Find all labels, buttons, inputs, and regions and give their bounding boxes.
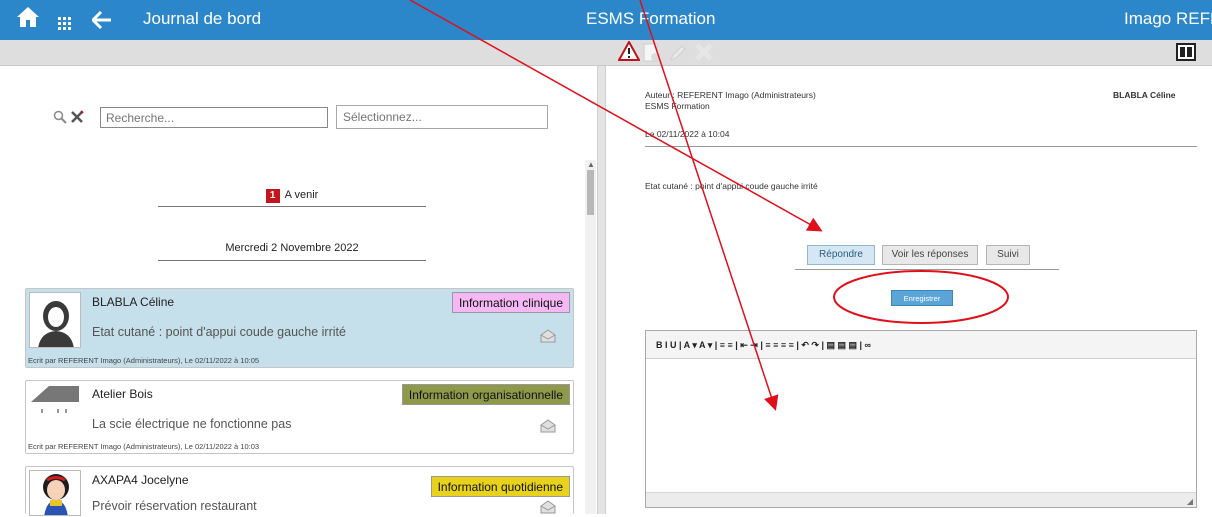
entry-footer: Ecrit par REFERENT Imago (Administrateur… bbox=[28, 356, 260, 365]
category-select[interactable] bbox=[336, 105, 548, 129]
organization-title: ESMS Formation bbox=[586, 9, 716, 28]
warning-icon[interactable] bbox=[617, 39, 641, 66]
action-toolbar bbox=[0, 39, 1212, 68]
avatar bbox=[29, 384, 81, 426]
search-input[interactable] bbox=[100, 107, 328, 128]
entry-name: Atelier Bois bbox=[92, 387, 153, 401]
entry-name: AXAPA4 Jocelyne bbox=[92, 473, 189, 487]
entry-category-tag: Information quotidienne bbox=[430, 476, 570, 497]
upcoming-section[interactable]: 1 A venir bbox=[158, 189, 426, 203]
author-line: Auteur : REFERENT Imago (Administrateurs… bbox=[645, 90, 816, 100]
entry-content: Etat cutané : point d'appui coude gauche… bbox=[645, 181, 818, 191]
entry-message: La scie électrique ne fonctionne pas bbox=[92, 417, 292, 431]
resize-handle-icon[interactable]: ◢ bbox=[1187, 497, 1193, 506]
divider bbox=[645, 146, 1197, 147]
view-replies-button[interactable]: Voir les réponses bbox=[882, 245, 978, 265]
entry-date: Le 02/11/2022 à 10:04 bbox=[645, 129, 730, 139]
panel-splitter[interactable] bbox=[598, 66, 606, 514]
envelope-open-icon[interactable] bbox=[540, 419, 556, 436]
avatar bbox=[29, 470, 81, 516]
divider bbox=[158, 260, 426, 261]
upcoming-label: A venir bbox=[284, 189, 319, 201]
add-icon[interactable] bbox=[643, 43, 661, 68]
journal-entry-card[interactable]: BLABLA Céline Etat cutané : point d'appu… bbox=[25, 288, 574, 368]
back-arrow-icon[interactable] bbox=[90, 9, 112, 35]
date-header: Mercredi 2 Novembre 2022 bbox=[225, 242, 359, 254]
save-button[interactable]: Enregistrer bbox=[891, 290, 953, 306]
journal-entry-card[interactable]: AXAPA4 Jocelyne Prévoir réservation rest… bbox=[25, 466, 574, 517]
followup-button[interactable]: Suivi bbox=[986, 245, 1030, 265]
current-user[interactable]: Imago REFER bbox=[1124, 9, 1212, 29]
organization-line: ESMS Formation bbox=[645, 101, 710, 111]
entry-person: BLABLA Céline bbox=[1113, 90, 1176, 100]
clear-search-icon[interactable] bbox=[70, 110, 84, 129]
top-bar: Journal de bord ESMS Formation Imago REF… bbox=[0, 0, 1212, 40]
envelope-open-icon[interactable] bbox=[540, 329, 556, 346]
page-title: Journal de bord bbox=[143, 9, 262, 28]
entry-message: Etat cutané : point d'appui coude gauche… bbox=[92, 325, 346, 339]
scroll-up-icon[interactable]: ▲ bbox=[587, 160, 595, 169]
entry-name: BLABLA Céline bbox=[92, 295, 175, 309]
reply-button[interactable]: Répondre bbox=[807, 245, 875, 265]
entry-footer: Ecrit par REFERENT Imago (Administrateur… bbox=[28, 442, 260, 451]
journal-entry-card[interactable]: Atelier Bois La scie électrique ne fonct… bbox=[25, 380, 574, 454]
rich-text-editor: B I U | A ▾ A ▾ | ≡ ≡ | ⇤ ⇥ | ≡ ≡ ≡ ≡ | … bbox=[645, 330, 1197, 508]
divider bbox=[795, 269, 1059, 270]
editor-status-bar: ◢ bbox=[646, 492, 1196, 507]
editor-toolbar[interactable]: B I U | A ▾ A ▾ | ≡ ≡ | ⇤ ⇥ | ≡ ≡ ≡ ≡ | … bbox=[646, 331, 1196, 359]
scrollbar-thumb[interactable] bbox=[587, 170, 594, 215]
avatar bbox=[29, 292, 81, 348]
entry-message: Prévoir réservation restaurant bbox=[92, 499, 257, 513]
panel-toggle-icon[interactable] bbox=[1176, 43, 1196, 66]
entry-category-tag: Information organisationnelle bbox=[401, 384, 570, 405]
delete-icon[interactable] bbox=[695, 43, 713, 66]
entry-category-tag: Information clinique bbox=[451, 292, 570, 313]
list-scrollbar[interactable]: ▲ bbox=[585, 160, 596, 514]
home-icon[interactable] bbox=[16, 6, 40, 34]
upcoming-count-badge: 1 bbox=[265, 189, 280, 203]
apps-grid-icon[interactable] bbox=[58, 11, 72, 37]
editor-toolbar-buttons[interactable]: B I U | A ▾ A ▾ | ≡ ≡ | ⇤ ⇥ | ≡ ≡ ≡ ≡ | … bbox=[656, 340, 871, 351]
search-icon[interactable] bbox=[53, 110, 67, 129]
divider bbox=[158, 206, 426, 207]
envelope-open-icon[interactable] bbox=[540, 500, 556, 517]
editor-text-area[interactable] bbox=[646, 359, 1196, 493]
edit-icon[interactable] bbox=[668, 43, 688, 68]
